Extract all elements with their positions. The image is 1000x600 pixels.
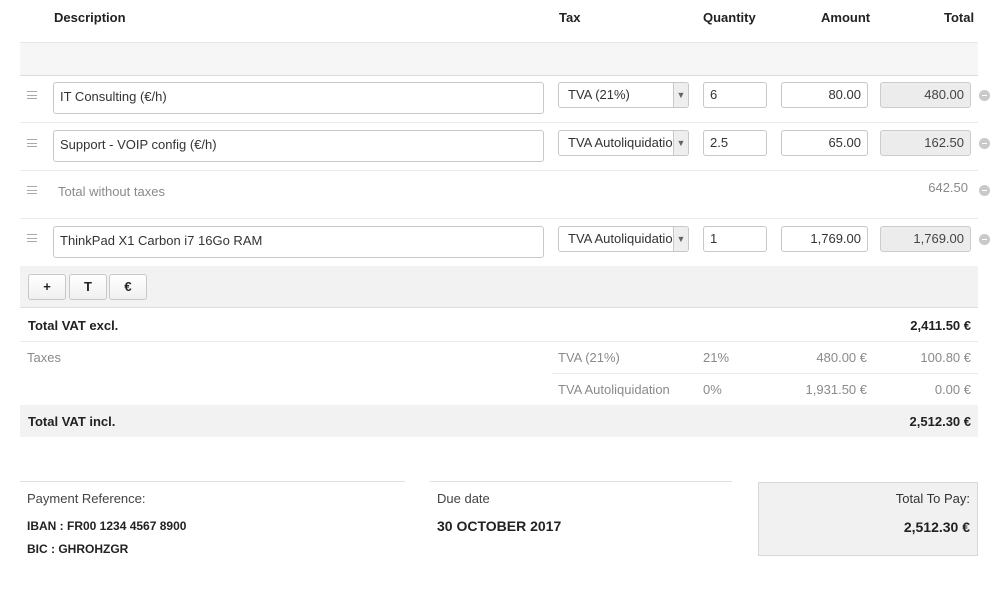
row-divider	[20, 341, 978, 342]
tax-select-value: TVA (21%)	[568, 87, 630, 102]
due-date-label: Due date	[437, 491, 490, 506]
drag-handle-icon[interactable]	[27, 234, 37, 242]
vat-incl-label: Total VAT incl.	[28, 414, 116, 429]
row-divider	[20, 170, 978, 171]
table-header	[20, 42, 978, 76]
total-to-pay-label: Total To Pay:	[895, 491, 970, 506]
tax-select[interactable]: TVA Autoliquidation ▼	[558, 226, 689, 252]
tax-select[interactable]: TVA (21%) ▼	[558, 82, 689, 108]
tax-base: 480.00 €	[816, 350, 867, 365]
tax-amount: 100.80 €	[920, 350, 971, 365]
tax-rate: 0%	[703, 382, 722, 397]
amount-input[interactable]: 80.00	[781, 82, 868, 108]
drag-handle-icon[interactable]	[27, 91, 37, 99]
description-input[interactable]: Support - VOIP config (€/h)	[53, 130, 544, 162]
chevron-down-icon: ▼	[673, 131, 688, 155]
payment-reference-label: Payment Reference:	[27, 491, 146, 506]
subtotal-label[interactable]: Total without taxes	[58, 184, 165, 199]
column-header-description: Description	[54, 10, 126, 25]
add-line-toolbar	[20, 266, 978, 308]
column-header-amount: Amount	[821, 10, 871, 25]
chevron-down-icon: ▼	[673, 83, 688, 107]
add-subtotal-button[interactable]: €	[109, 274, 147, 300]
iban-value: IBAN : FR00 1234 4567 8900	[27, 519, 187, 533]
line-total: 480.00	[880, 82, 971, 108]
description-input[interactable]: IT Consulting (€/h)	[53, 82, 544, 114]
line-total: 1,769.00	[880, 226, 971, 252]
chevron-down-icon: ▼	[673, 227, 688, 251]
row-divider	[20, 122, 978, 123]
row-divider	[20, 218, 978, 219]
tax-name: TVA (21%)	[558, 350, 620, 365]
remove-line-icon[interactable]	[979, 234, 990, 245]
panel-divider	[20, 481, 405, 482]
bic-value: BIC : GHROHZGR	[27, 542, 129, 556]
line-total: 162.50	[880, 130, 971, 156]
column-header-quantity: Quantity	[703, 10, 756, 25]
tax-base: 1,931.50 €	[805, 382, 867, 397]
tax-name: TVA Autoliquidation	[558, 382, 670, 397]
vat-excl-label: Total VAT excl.	[28, 318, 119, 333]
subtotal-value: 642.50	[928, 180, 968, 195]
remove-line-icon[interactable]	[979, 185, 990, 196]
due-date-value: 30 OCTOBER 2017	[437, 518, 562, 534]
quantity-input[interactable]: 6	[703, 82, 767, 108]
remove-line-icon[interactable]	[979, 138, 990, 149]
vat-incl-value: 2,512.30 €	[909, 414, 971, 429]
remove-line-icon[interactable]	[979, 90, 990, 101]
quantity-input[interactable]: 1	[703, 226, 767, 252]
drag-handle-icon[interactable]	[27, 186, 37, 194]
amount-input[interactable]: 1,769.00	[781, 226, 868, 252]
tax-amount: 0.00 €	[934, 382, 971, 397]
taxes-label: Taxes	[27, 350, 61, 365]
tax-select-value: TVA Autoliquidation	[568, 231, 676, 246]
vat-incl-row	[20, 405, 978, 437]
tax-select[interactable]: TVA Autoliquidation ▼	[558, 130, 689, 156]
add-line-button[interactable]: +	[28, 274, 66, 300]
tax-select-value: TVA Autoliquidation	[568, 135, 676, 150]
column-header-total: Total	[944, 10, 975, 25]
amount-input[interactable]: 65.00	[781, 130, 868, 156]
drag-handle-icon[interactable]	[27, 139, 37, 147]
column-header-tax: Tax	[559, 10, 581, 25]
add-text-button[interactable]: T	[69, 274, 107, 300]
total-to-pay-value: 2,512.30 €	[903, 519, 970, 535]
description-input[interactable]: ThinkPad X1 Carbon i7 16Go RAM	[53, 226, 544, 258]
row-divider	[552, 373, 978, 374]
vat-excl-value: 2,411.50 €	[910, 318, 971, 333]
panel-divider	[430, 481, 732, 482]
quantity-input[interactable]: 2.5	[703, 130, 767, 156]
tax-rate: 21%	[703, 350, 730, 365]
